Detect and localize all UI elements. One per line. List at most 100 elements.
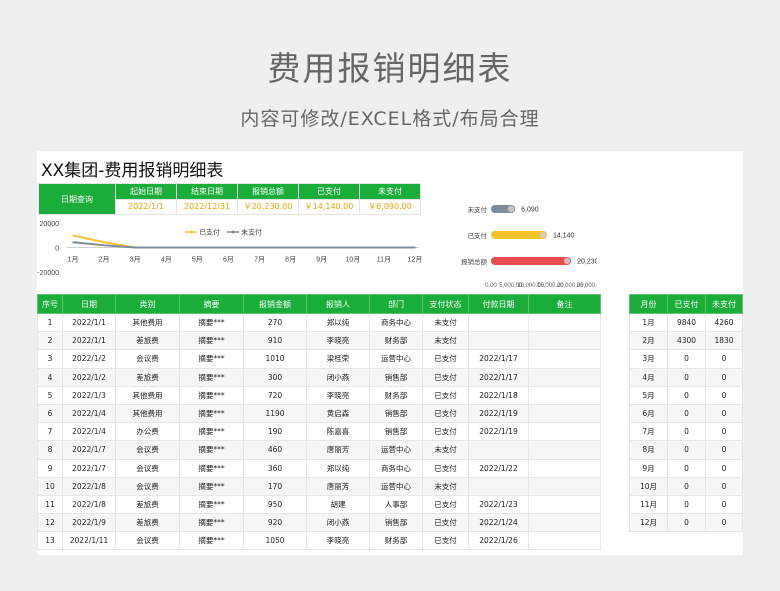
table-cell[interactable]: 已支付	[422, 458, 469, 478]
table-cell[interactable]: 已支付	[422, 367, 469, 387]
table-cell[interactable]: 未支付	[422, 331, 469, 351]
table-cell[interactable]: 2022/1/22	[468, 458, 529, 478]
table-cell[interactable]: 摘要***	[179, 312, 244, 333]
table-cell[interactable]: 未支付	[422, 312, 469, 333]
monthly-cell[interactable]: 9月	[629, 458, 668, 478]
monthly-cell[interactable]: 0	[705, 385, 743, 405]
table-cell[interactable]: 运营中心	[369, 476, 423, 496]
monthly-cell[interactable]: 0	[705, 476, 743, 496]
table-cell[interactable]: 720	[243, 385, 307, 405]
start-date-cell[interactable]: 2022/1/1	[115, 198, 177, 215]
table-cell[interactable]: 1010	[243, 349, 307, 369]
table-cell[interactable]: 2022/1/26	[468, 531, 529, 551]
table-cell[interactable]: 190	[243, 422, 307, 442]
table-cell[interactable]: 170	[243, 476, 307, 496]
table-cell[interactable]: 已支付	[422, 422, 469, 442]
monthly-cell[interactable]: 0	[705, 458, 743, 478]
monthly-cell[interactable]: 0	[667, 349, 706, 369]
table-cell[interactable]: 胡建	[306, 494, 370, 515]
table-cell[interactable]: 差旅费	[115, 494, 180, 515]
table-cell[interactable]: 运营中心	[369, 440, 423, 460]
monthly-cell[interactable]: 10月	[629, 476, 668, 496]
table-cell[interactable]: 闭小燕	[306, 513, 370, 533]
table-cell[interactable]: 会议费	[115, 440, 180, 460]
table-cell[interactable]: 460	[243, 440, 307, 460]
monthly-cell[interactable]: 4260	[705, 312, 743, 333]
table-cell[interactable]: 摘要***	[179, 476, 244, 496]
table-cell[interactable]: 5	[37, 385, 63, 405]
table-cell[interactable]: 2022/1/7	[62, 458, 116, 478]
table-cell[interactable]: 销售部	[369, 513, 423, 533]
table-cell[interactable]: 郑以纯	[306, 458, 370, 478]
monthly-cell[interactable]: 0	[667, 385, 706, 405]
table-cell[interactable]: 闭小燕	[306, 367, 370, 387]
monthly-cell[interactable]: 1月	[629, 312, 668, 333]
table-cell[interactable]: 其他费用	[115, 385, 180, 405]
monthly-cell[interactable]: 0	[667, 422, 706, 442]
table-cell[interactable]: 会议费	[115, 458, 180, 478]
monthly-cell[interactable]: 0	[705, 422, 743, 442]
table-cell[interactable]: 已支付	[422, 513, 469, 533]
table-cell[interactable]: 李晓亮	[306, 385, 370, 405]
table-cell[interactable]: 360	[243, 458, 307, 478]
monthly-cell[interactable]: 6月	[629, 403, 668, 424]
monthly-cell[interactable]: 0	[667, 494, 706, 515]
table-cell[interactable]: 已支付	[422, 349, 469, 369]
table-cell[interactable]: 2022/1/1	[62, 312, 116, 333]
monthly-cell[interactable]: 0	[667, 403, 706, 424]
table-cell[interactable]: 1050	[243, 531, 307, 551]
table-cell[interactable]	[528, 349, 601, 369]
monthly-cell[interactable]: 12月	[629, 513, 668, 533]
table-cell[interactable]: 7	[37, 422, 63, 442]
table-cell[interactable]: 商务中心	[369, 312, 423, 333]
table-cell[interactable]	[468, 440, 529, 460]
monthly-cell[interactable]: 1830	[705, 331, 743, 351]
table-cell[interactable]: 3	[37, 349, 63, 369]
table-cell[interactable]: 唐丽芳	[306, 440, 370, 460]
table-cell[interactable]: 300	[243, 367, 307, 387]
table-cell[interactable]: 其他费用	[115, 312, 180, 333]
table-cell[interactable]: 11	[37, 494, 63, 515]
table-cell[interactable]	[528, 531, 601, 551]
table-cell[interactable]: 270	[243, 312, 307, 333]
monthly-cell[interactable]: 7月	[629, 422, 668, 442]
table-cell[interactable]: 已支付	[422, 403, 469, 424]
table-cell[interactable]: 摘要***	[179, 458, 244, 478]
table-cell[interactable]: 2022/1/18	[468, 385, 529, 405]
table-cell[interactable]: 黄启森	[306, 403, 370, 424]
monthly-cell[interactable]: 0	[705, 403, 743, 424]
table-cell[interactable]: 9	[37, 458, 63, 478]
table-cell[interactable]: 950	[243, 494, 307, 515]
table-cell[interactable]: 已支付	[422, 494, 469, 515]
table-cell[interactable]: 摘要***	[179, 494, 244, 515]
table-cell[interactable]: 已支付	[422, 385, 469, 405]
table-cell[interactable]: 未支付	[422, 476, 469, 496]
monthly-cell[interactable]: 0	[705, 349, 743, 369]
table-cell[interactable]: 运营中心	[369, 349, 423, 369]
table-cell[interactable]: 李晓亮	[306, 531, 370, 551]
monthly-cell[interactable]: 0	[667, 458, 706, 478]
table-cell[interactable]: 2022/1/8	[62, 494, 116, 515]
monthly-cell[interactable]: 0	[667, 440, 706, 460]
table-cell[interactable]	[528, 422, 601, 442]
table-cell[interactable]: 2022/1/2	[62, 367, 116, 387]
table-cell[interactable]: 摘要***	[179, 422, 244, 442]
monthly-cell[interactable]: 5月	[629, 385, 668, 405]
table-cell[interactable]: 摘要***	[179, 367, 244, 387]
table-cell[interactable]: 办公费	[115, 422, 180, 442]
table-cell[interactable]: 摘要***	[179, 403, 244, 424]
table-cell[interactable]: 6	[37, 403, 63, 424]
monthly-cell[interactable]: 0	[667, 476, 706, 496]
table-cell[interactable]: 销售部	[369, 367, 423, 387]
table-cell[interactable]	[528, 331, 601, 351]
table-cell[interactable]	[468, 312, 529, 333]
table-cell[interactable]: 差旅费	[115, 367, 180, 387]
table-cell[interactable]: 摘要***	[179, 513, 244, 533]
end-date-cell[interactable]: 2022/12/31	[176, 198, 238, 215]
table-cell[interactable]: 财务部	[369, 531, 423, 551]
table-cell[interactable]: 摘要***	[179, 349, 244, 369]
table-cell[interactable]: 摘要***	[179, 440, 244, 460]
monthly-cell[interactable]: 0	[705, 440, 743, 460]
table-cell[interactable]: 摘要***	[179, 531, 244, 551]
monthly-cell[interactable]: 0	[667, 367, 706, 387]
